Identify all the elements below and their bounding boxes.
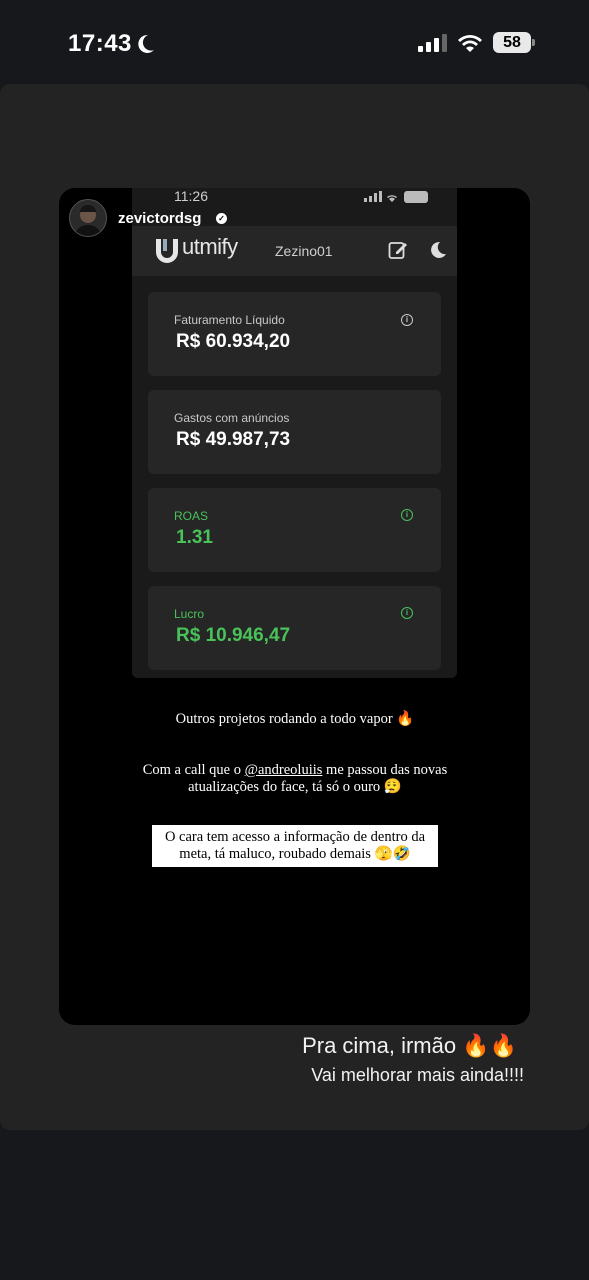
cellular-signal-icon [418, 34, 447, 52]
metric-value: R$ 60.934,20 [176, 331, 291, 352]
status-time: 17:43 [68, 30, 132, 57]
screenshot-status-icons [364, 191, 428, 203]
avatar-image [70, 200, 106, 236]
metric-label: Lucro [174, 607, 205, 621]
metric-label: Faturamento Líquido [174, 313, 285, 327]
metric-value: R$ 10.946,47 [176, 625, 291, 646]
caption-text: Com a call que o [142, 762, 245, 778]
moon-icon [138, 34, 154, 53]
story-caption-highlight: O cara tem acesso a informação de dentro… [152, 825, 438, 867]
wifi-icon [458, 35, 482, 52]
metric-label: Gastos com anúncios [174, 411, 290, 425]
story-caption: Com a call que o @andreoluiis me passou … [140, 762, 450, 796]
avatar[interactable] [69, 199, 107, 237]
edit-icon[interactable] [388, 240, 408, 260]
story-caption: Outros projetos rodando a todo vapor 🔥 [175, 711, 415, 727]
story-username[interactable]: zevictordsg [118, 210, 201, 227]
app-logo-text: utmify [182, 234, 238, 259]
mention-link[interactable]: @andreoluiis [245, 762, 323, 778]
metric-value: 1.31 [176, 527, 213, 548]
verified-badge-icon: ✓ [216, 213, 227, 224]
info-icon[interactable]: i [401, 607, 413, 619]
dark-mode-icon[interactable] [429, 241, 447, 259]
metric-value: R$ 49.987,73 [176, 429, 291, 450]
battery-tip [532, 39, 535, 46]
account-name[interactable]: Zezino01 [275, 243, 333, 259]
metric-label: ROAS [174, 509, 209, 523]
reply-message: Vai melhorar mais ainda!!!! [311, 1065, 524, 1085]
battery-indicator: 58 [493, 32, 531, 53]
utmify-logo-icon [156, 239, 178, 263]
reply-message: Pra cima, irmão 🔥🔥 [302, 1033, 517, 1058]
info-icon[interactable]: i [401, 314, 413, 326]
info-icon[interactable]: i [401, 509, 413, 521]
screenshot-time: 11:26 [174, 188, 208, 204]
